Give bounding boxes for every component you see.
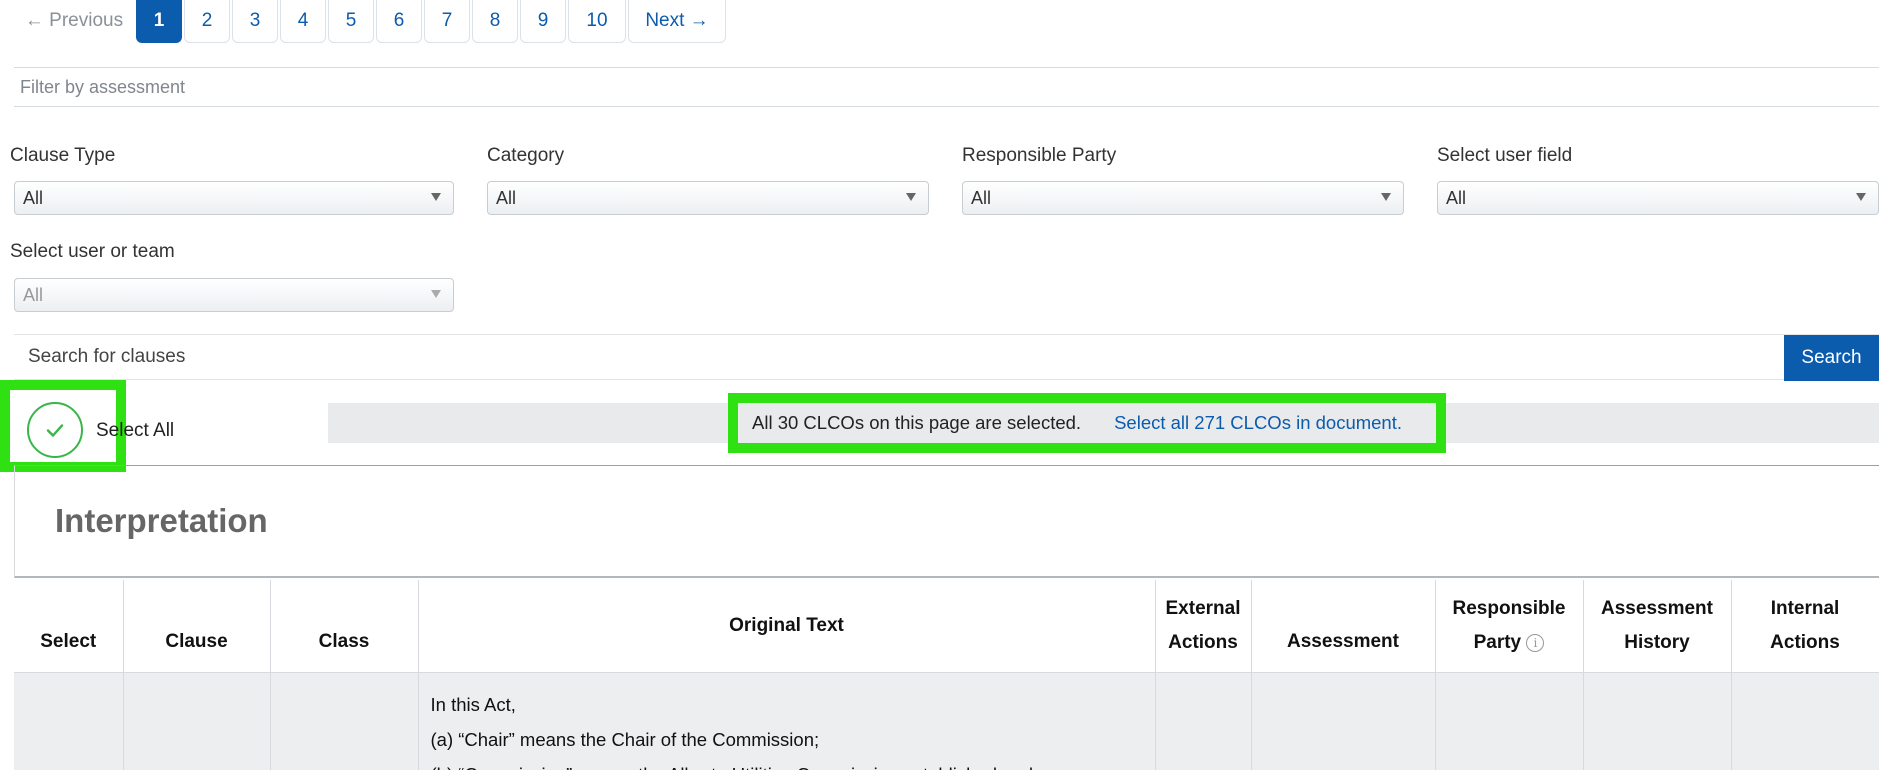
page-button-2[interactable]: 2: [184, 0, 230, 43]
category-select[interactable]: All: [487, 181, 929, 215]
previous-page-button[interactable]: ← Previous: [14, 0, 134, 43]
checkmark-icon: [46, 424, 64, 437]
select-all-checkbox[interactable]: [27, 402, 83, 458]
user-field-value: All: [1446, 188, 1467, 208]
pagination: ← Previous 1 2 3 4 5 6 7 8 9 10 Next →: [14, 0, 728, 43]
select-cell[interactable]: [14, 672, 124, 770]
responsible-party-value: All: [971, 188, 992, 208]
chevron-down-icon: [1381, 193, 1391, 201]
user-or-team-select[interactable]: All: [14, 278, 454, 312]
page-button-7[interactable]: 7: [424, 0, 470, 43]
page-button-6[interactable]: 6: [376, 0, 422, 43]
page-button-5[interactable]: 5: [328, 0, 374, 43]
external-actions-cell[interactable]: [1155, 672, 1252, 770]
banner-highlight: [728, 393, 1446, 453]
page-button-10[interactable]: 10: [568, 0, 626, 43]
page-button-4[interactable]: 4: [280, 0, 326, 43]
original-text-line: In this Act,: [430, 693, 516, 715]
search-button[interactable]: Search: [1784, 335, 1879, 381]
column-header-external-actions: External Actions: [1155, 580, 1252, 673]
original-text-line: (a) “Chair” means the Chair of the Commi…: [430, 728, 820, 750]
clauses-table: Select Clause Class Original Text Extern…: [14, 580, 1879, 770]
clause-type-value: All: [23, 188, 44, 208]
column-header-clause: Clause: [123, 580, 271, 673]
page-button-9[interactable]: 9: [520, 0, 566, 43]
internal-actions-cell[interactable]: [1731, 672, 1879, 770]
table-header-row: Select Clause Class Original Text Extern…: [14, 580, 1879, 673]
column-header-select: Select: [14, 580, 124, 673]
assessment-history-cell[interactable]: [1583, 672, 1732, 770]
category-value: All: [496, 188, 517, 208]
category-label: Category: [487, 145, 565, 166]
page-button-1[interactable]: 1: [136, 0, 182, 43]
page-button-8[interactable]: 8: [472, 0, 518, 43]
original-text-line: (b) “Commission” means the Alberta Utili…: [431, 757, 1143, 770]
section-title: Interpretation: [55, 502, 268, 539]
table-row: In this Act, (a) “Chair” means the Chair…: [14, 672, 1879, 770]
clause-type-select[interactable]: All: [14, 181, 454, 215]
assessment-cell[interactable]: [1251, 672, 1436, 770]
user-field-select[interactable]: All: [1437, 181, 1879, 215]
page-button-3[interactable]: 3: [232, 0, 278, 43]
original-text-cell: In this Act, (a) “Chair” means the Chair…: [418, 672, 1156, 770]
column-header-class: Class: [270, 580, 419, 673]
next-page-button[interactable]: Next →: [628, 0, 726, 43]
column-header-assessment: Assessment: [1251, 580, 1436, 673]
chevron-down-icon: [431, 290, 441, 298]
responsible-party-label: Responsible Party: [962, 145, 1117, 166]
column-header-original-text: Original Text: [418, 580, 1156, 673]
chevron-down-icon: [906, 193, 916, 201]
clause-cell: [123, 672, 271, 770]
clause-search-input[interactable]: [14, 335, 1784, 379]
filter-by-assessment-input[interactable]: Filter by assessment: [14, 67, 1879, 107]
user-field-label: Select user field: [1437, 145, 1573, 166]
user-or-team-label: Select user or team: [10, 241, 175, 262]
section-card: Interpretation: [14, 465, 1879, 578]
responsible-party-cell[interactable]: [1435, 672, 1584, 770]
responsible-party-select[interactable]: All: [962, 181, 1404, 215]
user-or-team-value: All: [23, 285, 44, 305]
chevron-down-icon: [431, 193, 441, 201]
clause-search-bar: Search: [14, 334, 1879, 381]
column-header-responsible-party: Responsible Party i: [1435, 580, 1584, 673]
column-header-assessment-history: Assessment History: [1583, 580, 1732, 673]
chevron-down-icon: [1856, 193, 1866, 201]
select-all-label[interactable]: Select All: [96, 420, 174, 442]
clause-type-label: Clause Type: [10, 145, 116, 166]
column-header-internal-actions: Internal Actions: [1731, 580, 1879, 673]
class-cell: [270, 672, 419, 770]
info-icon[interactable]: i: [1526, 633, 1545, 652]
